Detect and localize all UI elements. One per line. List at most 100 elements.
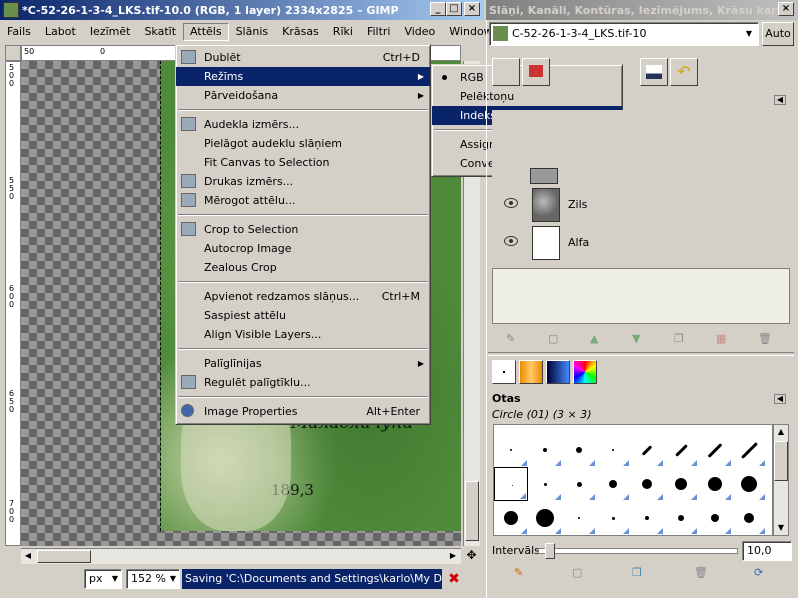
brush-cell[interactable]	[562, 433, 596, 467]
tab-brushes[interactable]	[492, 360, 516, 384]
image-menu-item[interactable]: Zealous Crop	[176, 258, 430, 277]
image-menu-item[interactable]: Dublēt Ctrl+D	[176, 48, 430, 67]
image-menu-item[interactable]: Palīglīnijas ▶	[176, 354, 430, 373]
brush-cell[interactable]	[528, 467, 562, 501]
dock-panel-menu-icon[interactable]: ◀	[774, 95, 786, 105]
layer-row[interactable]: Zils	[494, 186, 788, 224]
menu-9[interactable]: Video	[397, 23, 442, 41]
tab-patterns[interactable]	[519, 360, 543, 384]
menu-2[interactable]: Iezīmēt	[83, 23, 138, 41]
zoom-field[interactable]: 152 % ▼	[126, 569, 180, 589]
image-menu-item[interactable]: Apvienot redzamos slāņus... Ctrl+M	[176, 287, 430, 306]
tab-gradients[interactable]	[546, 360, 570, 384]
brush-cell[interactable]	[732, 467, 766, 501]
brush-cell[interactable]	[630, 433, 664, 467]
refresh-brushes-icon[interactable]: ⟳	[754, 566, 770, 580]
image-menu-item[interactable]: Regulēt palīgtīklu...	[176, 373, 430, 392]
maximize-button[interactable]: □	[446, 2, 462, 16]
scroll-down-button[interactable]: ▼	[774, 521, 788, 535]
spacing-input[interactable]: 10,0	[742, 541, 792, 561]
delete-layer-icon[interactable]: 🗑	[758, 332, 774, 346]
tab-colormap[interactable]	[640, 58, 668, 86]
image-select[interactable]: C-52-26-1-3-4_LKS.tif-10 ▼	[489, 22, 759, 46]
duplicate-layer-icon[interactable]: ❐	[674, 332, 690, 346]
brush-cell[interactable]	[732, 501, 766, 535]
brush-cell[interactable]	[698, 501, 732, 535]
image-menu-item[interactable]: Fit Canvas to Selection	[176, 153, 430, 172]
image-menu-item[interactable]: Crop to Selection	[176, 220, 430, 239]
menu-1[interactable]: Labot	[38, 23, 83, 41]
menu-0[interactable]: Fails	[0, 23, 38, 41]
menu-4[interactable]: Attēls	[183, 23, 229, 41]
image-menu-item[interactable]: Saspiest attēlu	[176, 306, 430, 325]
delete-brush-icon[interactable]: 🗑	[694, 566, 710, 580]
brush-cell[interactable]	[698, 467, 732, 501]
tab-undo-history[interactable]: ↶	[670, 58, 698, 86]
duplicate-brush-icon[interactable]: ❐	[632, 566, 648, 580]
brush-grid[interactable]	[493, 424, 773, 536]
lower-layer-icon[interactable]: ▼	[632, 332, 648, 346]
tab-channels[interactable]	[522, 58, 550, 86]
tab-layers[interactable]	[492, 58, 520, 86]
image-menu-item[interactable]: Režīms ▶	[176, 67, 430, 86]
image-menu-item[interactable]: Pielāgot audeklu slāņiem	[176, 134, 430, 153]
brush-cell[interactable]	[732, 433, 766, 467]
brush-scroll-thumb[interactable]	[774, 441, 788, 481]
image-menu-item[interactable]: Mērogot attēlu...	[176, 191, 430, 210]
tab-palettes[interactable]	[573, 360, 597, 384]
scroll-right-button[interactable]: ▶	[446, 549, 460, 563]
scroll-left-button[interactable]: ◀	[21, 549, 35, 563]
brush-cell[interactable]	[698, 433, 732, 467]
image-menu-item[interactable]: Autocrop Image	[176, 239, 430, 258]
anchor-layer-icon[interactable]: ▦	[716, 332, 732, 346]
brush-cell[interactable]	[664, 433, 698, 467]
brush-cell[interactable]	[596, 501, 630, 535]
menu-6[interactable]: Krāsas	[275, 23, 326, 41]
horizontal-scroll-thumb[interactable]	[37, 550, 91, 563]
brush-cell[interactable]	[664, 501, 698, 535]
brush-cell[interactable]	[630, 467, 664, 501]
brush-cell[interactable]	[494, 433, 528, 467]
main-titlebar[interactable]: *C-52-26-1-3-4_LKS.tif-10.0 (RGB, 1 laye…	[0, 0, 484, 20]
image-menu-item[interactable]: Drukas izmērs...	[176, 172, 430, 191]
brush-cell[interactable]	[630, 501, 664, 535]
image-menu-item[interactable]: Audekla izmērs...	[176, 115, 430, 134]
scroll-up-button[interactable]: ▲	[774, 425, 788, 439]
layer-row[interactable]: Alfa	[494, 224, 788, 262]
image-menu-item[interactable]: Image Properties Alt+Enter	[176, 402, 430, 421]
close-button[interactable]: ×	[464, 2, 480, 16]
horizontal-scrollbar[interactable]: ◀ ▶	[21, 548, 461, 564]
new-layer-icon[interactable]: ▢	[548, 332, 564, 346]
visibility-eye-icon[interactable]	[504, 236, 518, 246]
auto-button[interactable]: Auto	[762, 22, 794, 46]
raise-layer-icon[interactable]: ▲	[590, 332, 606, 346]
image-menu-item[interactable]: Align Visible Layers...	[176, 325, 430, 344]
dock-close-button[interactable]: ×	[778, 2, 794, 16]
visibility-eye-icon[interactable]	[504, 198, 518, 208]
image-menu-item[interactable]: Pārveidošana ▶	[176, 86, 430, 105]
menu-7[interactable]: Rīki	[326, 23, 360, 41]
brush-cell[interactable]	[494, 467, 528, 501]
spacing-slider[interactable]	[538, 543, 738, 559]
brush-cell[interactable]	[494, 501, 528, 535]
brush-cell[interactable]	[596, 433, 630, 467]
menu-3[interactable]: Skatīt	[137, 23, 183, 41]
dock-titlebar[interactable]: Slāņi, Kanāli, Kontūras, Iezīmējums, Krā…	[486, 0, 798, 20]
cancel-save-icon[interactable]: ✖	[446, 569, 462, 589]
menu-5[interactable]: Slānis	[229, 23, 276, 41]
minimize-button[interactable]: _	[430, 2, 446, 16]
edit-layer-icon[interactable]: ✎	[506, 332, 522, 346]
menu-8[interactable]: Filtri	[360, 23, 398, 41]
pane-divider[interactable]	[488, 352, 794, 356]
brush-grid-scrollbar[interactable]: ▲ ▼	[773, 424, 789, 536]
brush-cell[interactable]	[596, 467, 630, 501]
brush-cell[interactable]	[528, 433, 562, 467]
spacing-slider-handle[interactable]	[545, 543, 555, 559]
navigate-button[interactable]: ✥	[463, 547, 480, 564]
brush-cell[interactable]	[664, 467, 698, 501]
new-brush-icon[interactable]: ▢	[572, 566, 588, 580]
edit-brush-icon[interactable]: ✎	[514, 566, 530, 580]
brushes-panel-menu-icon[interactable]: ◀	[774, 394, 786, 404]
brush-cell[interactable]	[562, 501, 596, 535]
units-select[interactable]: px ▼	[84, 569, 122, 589]
